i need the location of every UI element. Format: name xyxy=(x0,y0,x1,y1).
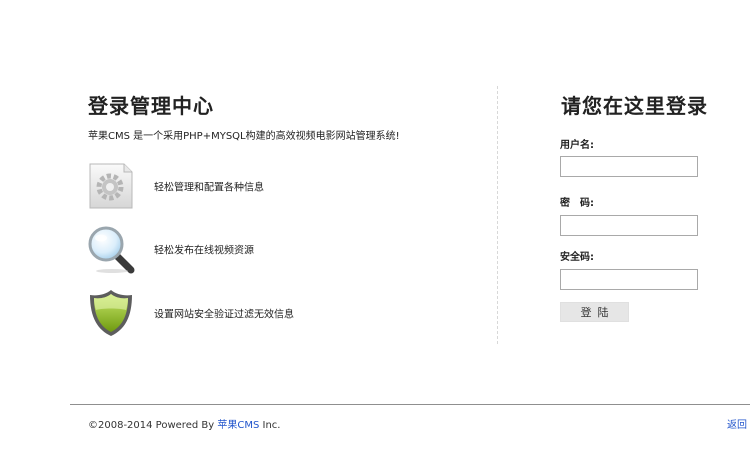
section-divider xyxy=(497,86,498,344)
security-code-label: 安全码: xyxy=(560,252,594,263)
back-link[interactable]: 返回 xyxy=(727,416,747,431)
shield-icon xyxy=(90,290,132,336)
magnifier-icon xyxy=(88,226,135,274)
intro-description: 苹果CMS 是一个采用PHP+MYSQL构建的高效视频电影网站管理系统! xyxy=(88,131,400,142)
feature-label: 轻松管理和配置各种信息 xyxy=(154,182,264,194)
copyright-text: ©2008-2014 Powered By 苹果CMS Inc. xyxy=(88,416,280,431)
feature-item-publish: 轻松发布在线视频资源 xyxy=(86,224,254,274)
gear-document-icon xyxy=(89,163,133,209)
feature-label: 设置网站安全验证过滤无效信息 xyxy=(154,309,294,321)
security-code-input[interactable] xyxy=(560,269,698,290)
login-page: 登录管理中心 苹果CMS 是一个采用PHP+MYSQL构建的高效视频电影网站管理… xyxy=(0,0,750,469)
footer-divider xyxy=(70,404,750,405)
copyright-prefix: ©2008-2014 Powered By xyxy=(88,420,218,431)
login-title: 请您在这里登录 xyxy=(561,94,708,118)
feature-label: 轻松发布在线视频资源 xyxy=(154,245,254,257)
intro-title: 登录管理中心 xyxy=(88,94,214,118)
username-label: 用户名: xyxy=(560,140,594,151)
feature-item-security: 设置网站安全验证过滤无效信息 xyxy=(86,288,294,338)
copyright-suffix: Inc. xyxy=(259,420,281,431)
brand-link[interactable]: 苹果CMS xyxy=(217,420,259,431)
password-input[interactable] xyxy=(560,215,698,236)
feature-item-manage: 轻松管理和配置各种信息 xyxy=(86,161,264,211)
username-input[interactable] xyxy=(560,156,698,177)
login-button[interactable]: 登陆 xyxy=(560,302,629,322)
password-label: 密 码: xyxy=(560,198,594,209)
